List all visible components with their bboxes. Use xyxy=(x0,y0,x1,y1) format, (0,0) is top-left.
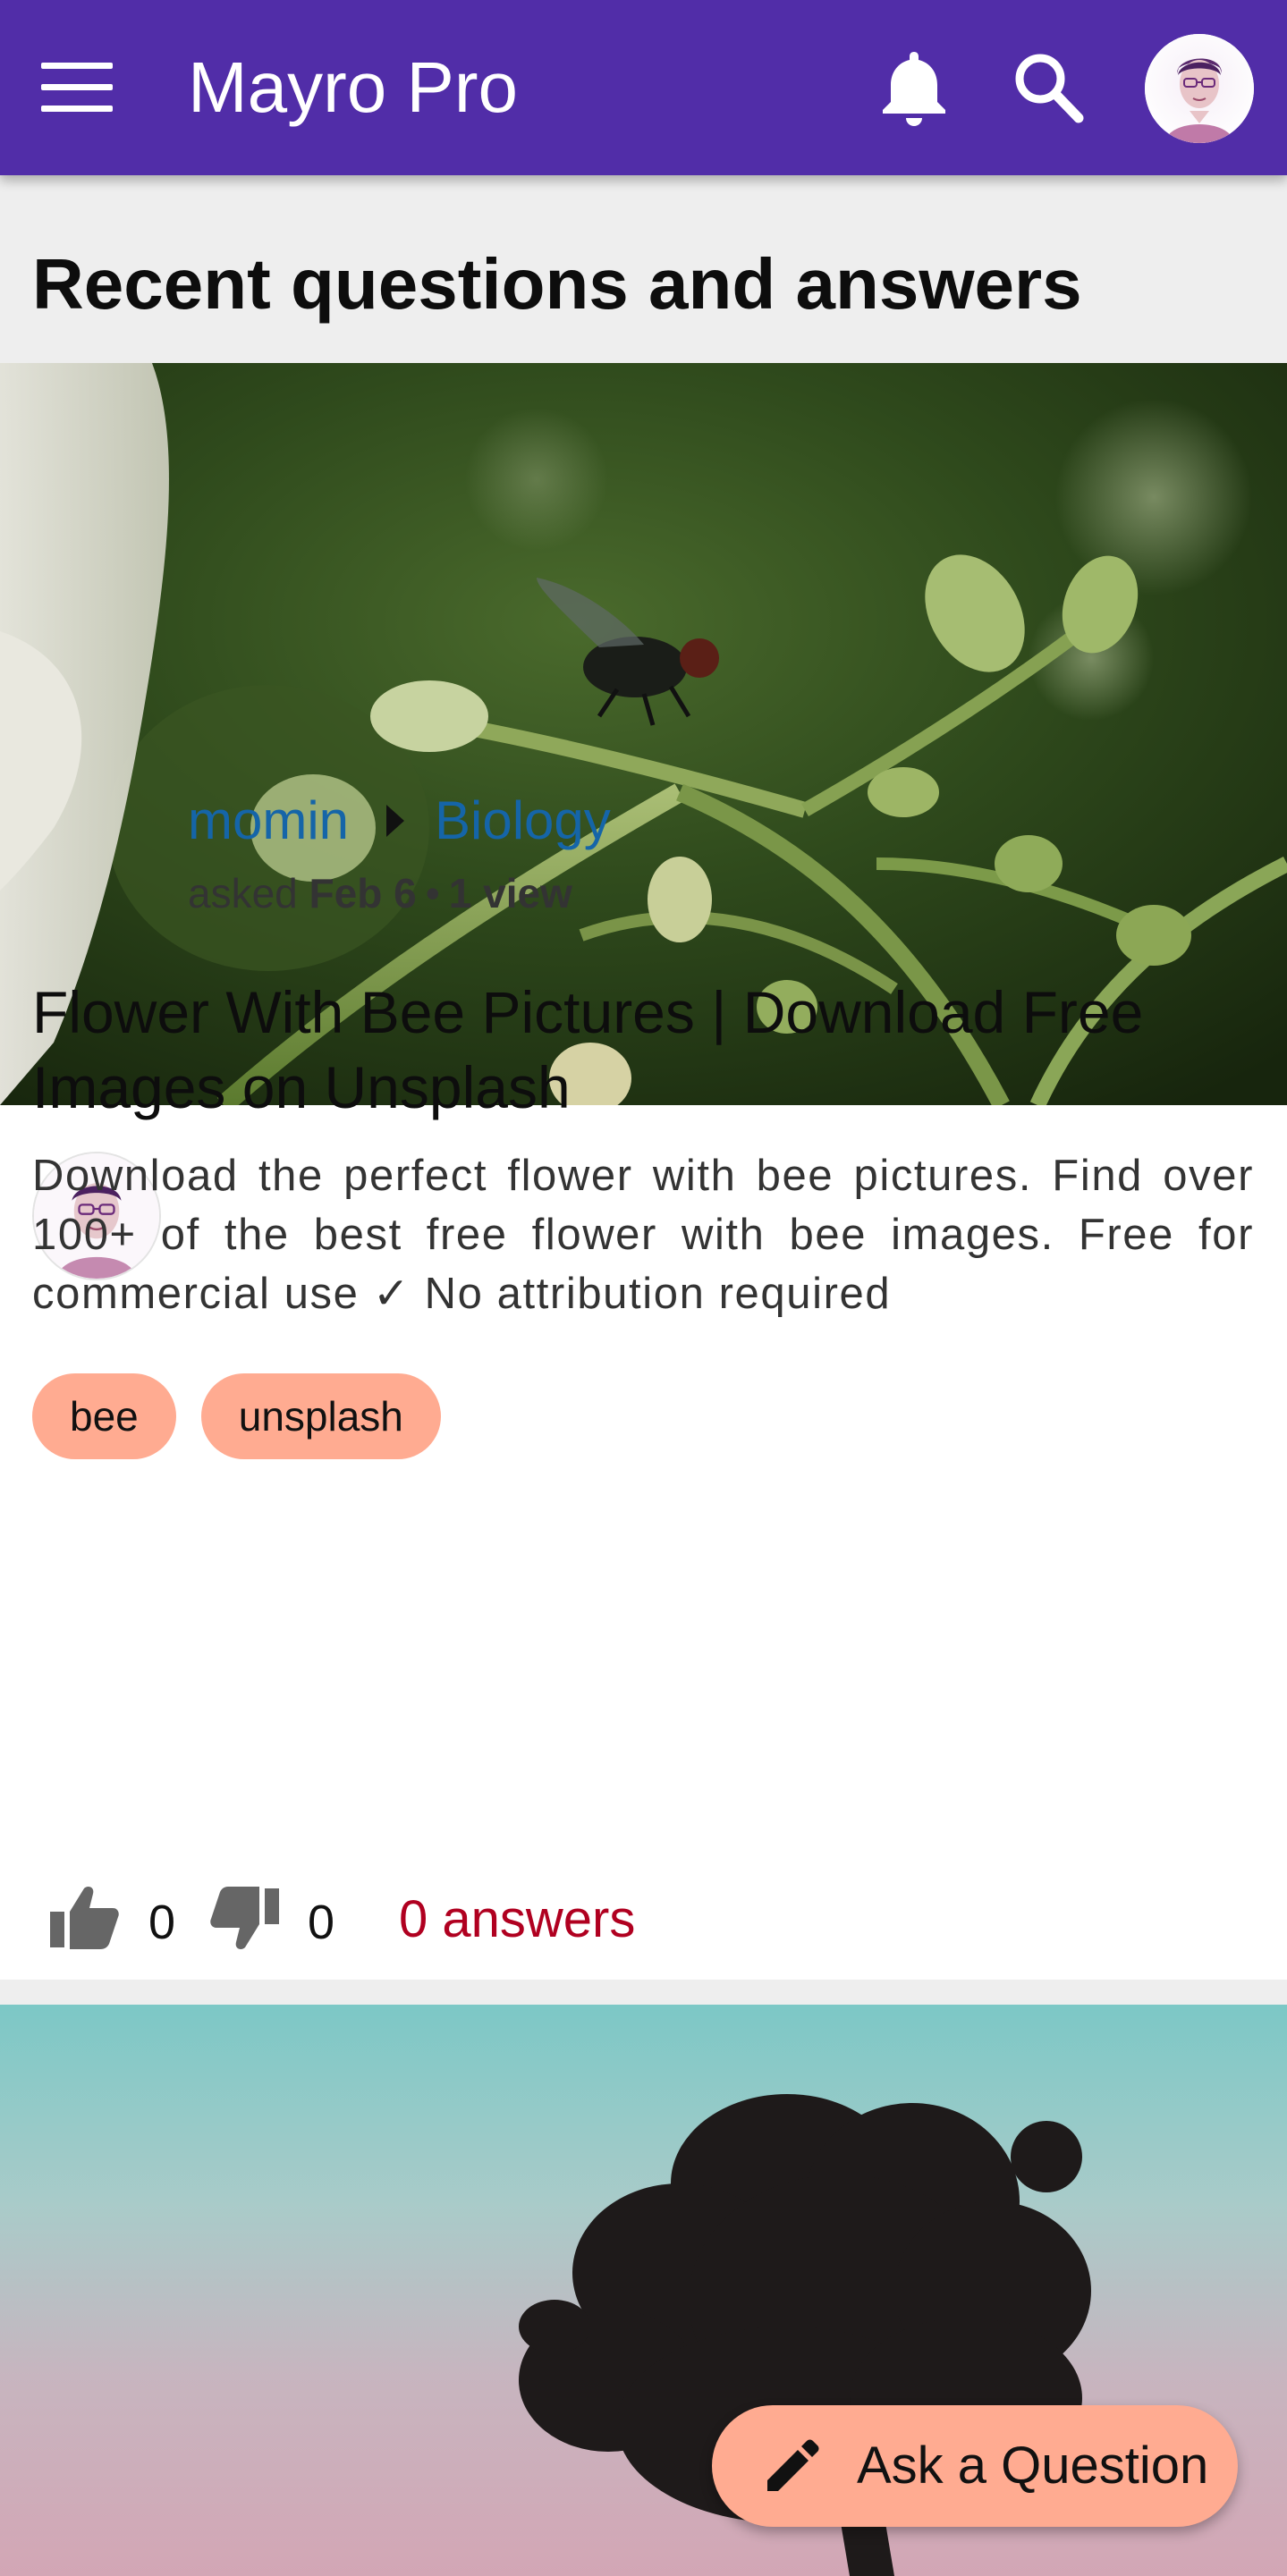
thumb-down-icon[interactable] xyxy=(209,1885,281,1953)
user-avatar[interactable] xyxy=(1145,34,1254,143)
ask-question-button[interactable]: Ask a Question xyxy=(712,2405,1238,2527)
asked-label: asked xyxy=(188,870,298,916)
tag-bee[interactable]: bee xyxy=(32,1373,176,1459)
thumb-up-icon[interactable] xyxy=(48,1883,120,1951)
tag-unsplash[interactable]: unsplash xyxy=(200,1373,441,1459)
downvote-count: 0 xyxy=(308,1896,335,1949)
chevron-right-icon xyxy=(386,805,404,837)
category-link[interactable]: Biology xyxy=(435,789,611,853)
hamburger-menu-icon[interactable] xyxy=(39,59,114,116)
bell-icon[interactable] xyxy=(876,46,952,129)
question-card: momin Biology asked Feb 6 • 1 view Flower … xyxy=(0,363,1287,1980)
section-title: Recent questions and answers xyxy=(32,244,1082,324)
app-title: Mayro Pro xyxy=(188,47,518,127)
app-bar: Mayro Pro xyxy=(0,0,1287,175)
asked-date[interactable]: Feb 6 xyxy=(309,870,417,916)
search-icon[interactable] xyxy=(1009,46,1089,129)
answers-link[interactable]: 0 answers xyxy=(399,1888,635,1951)
upvote-count: 0 xyxy=(148,1896,176,1949)
view-count: 1 view xyxy=(448,870,572,916)
question-meta: asked Feb 6 • 1 view xyxy=(188,866,572,921)
ask-question-label: Ask a Question xyxy=(857,2437,1209,2495)
question-excerpt: Download the perfect flower with bee pic… xyxy=(32,1152,1254,1318)
meta-separator: • xyxy=(425,870,440,916)
author-link[interactable]: momin xyxy=(188,789,349,853)
tag-list: bee unsplash xyxy=(32,1373,441,1459)
question-title[interactable]: Flower With Bee Pictures | Download Free… xyxy=(32,975,1257,1125)
pencil-icon xyxy=(767,2439,819,2491)
